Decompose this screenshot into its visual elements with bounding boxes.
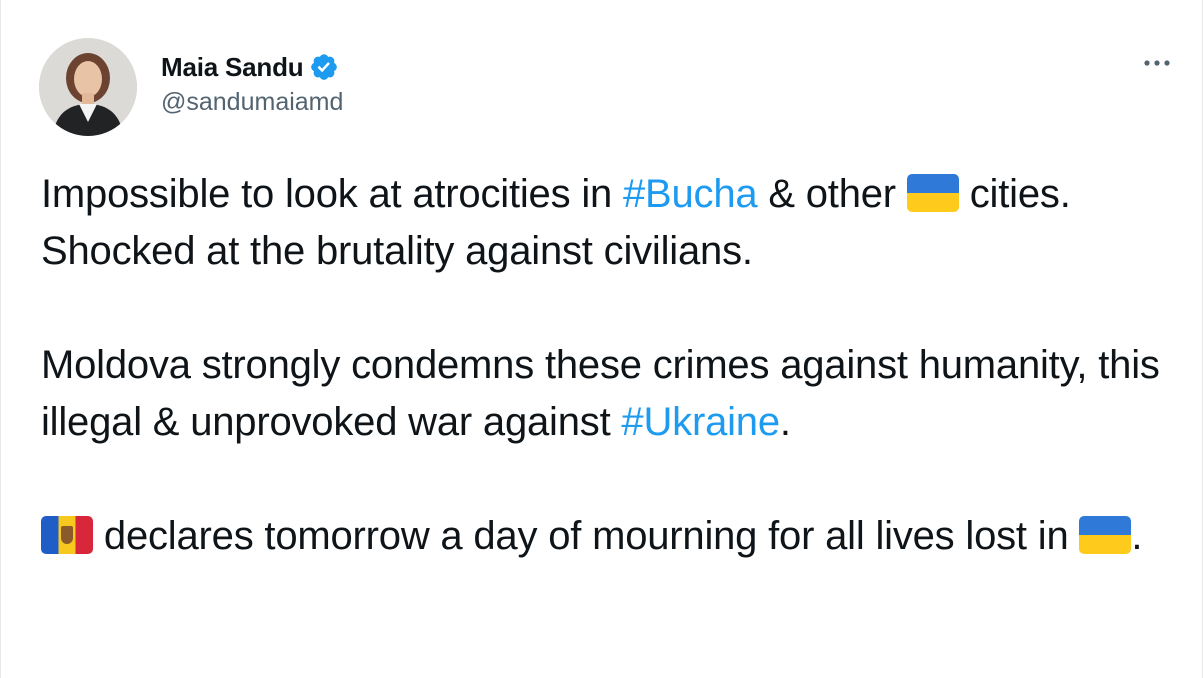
tweet-text: Impossible to look at atrocities in #Buc… — [41, 166, 1171, 565]
tweet-paragraph: declares tomorrow a day of mourning for … — [41, 508, 1171, 565]
tweet-text-segment: . — [779, 400, 791, 444]
flag-ukraine-icon — [1079, 516, 1132, 554]
author-name-row: Maia Sandu — [161, 50, 339, 84]
verified-badge-icon — [309, 52, 339, 82]
profile-photo-icon — [39, 38, 137, 136]
flag-moldova-icon — [41, 516, 93, 554]
tweet-text-segment: Moldova strongly condemns these crimes a… — [41, 343, 1160, 444]
tweet-paragraph: Moldova strongly condemns these crimes a… — [41, 337, 1171, 451]
tweet-text-segment: Impossible to look at atrocities in — [41, 172, 623, 216]
moldova-emblem-icon — [61, 526, 73, 544]
tweet-text-segment: & other — [757, 172, 907, 216]
tweet-text-segment: declares tomorrow a day of mourning for … — [93, 514, 1080, 558]
hashtag-link-ukraine[interactable]: #Ukraine — [621, 400, 780, 444]
tweet-paragraph: Impossible to look at atrocities in #Buc… — [41, 166, 1171, 280]
author-name[interactable]: Maia Sandu — [161, 52, 304, 83]
more-horizontal-icon — [1144, 60, 1170, 66]
flag-ukraine-icon — [906, 174, 959, 212]
more-options-button[interactable] — [1137, 48, 1177, 78]
author-handle[interactable]: @sandumaiamd — [161, 88, 343, 117]
tweet-text-segment: . — [1131, 514, 1143, 558]
tweet-card: Maia Sandu @sandumaiamd Impossible to lo… — [0, 0, 1203, 678]
author-avatar[interactable] — [39, 38, 137, 136]
hashtag-link-bucha[interactable]: #Bucha — [623, 172, 758, 216]
